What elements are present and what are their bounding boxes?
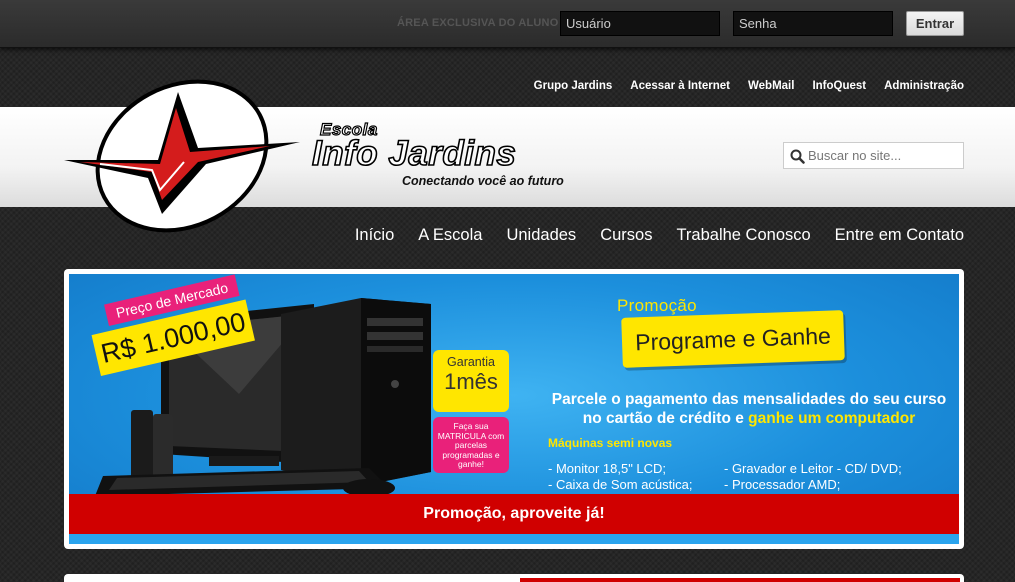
login-bar: ÁREA EXCLUSIVA DO ALUNO Entrar [0,0,1015,48]
promo-desc-line1: Parcele o pagamento das mensalidades do … [551,391,947,408]
username-input[interactable] [560,11,720,36]
main-nav: Início A Escola Unidades Cursos Trabalhe… [355,226,964,245]
util-nav-acessar-internet[interactable]: Acessar à Internet [630,80,730,92]
util-nav-administracao[interactable]: Administração [884,80,964,92]
warranty-value: 1mês [444,369,498,394]
nav-unidades[interactable]: Unidades [506,226,576,245]
promo-cta-bar[interactable]: Promoção, aproveite já! [69,494,959,534]
site-search [783,142,964,169]
nav-trabalhe-conosco[interactable]: Trabalhe Conosco [676,226,810,245]
promo-banner[interactable]: Preço de Mercado R$ 1.000,00 Garantia 1m… [69,274,959,544]
promo-small-title: Promoção [617,296,697,315]
brand-tagline: Conectando você ao futuro [402,174,564,188]
util-nav-webmail[interactable]: WebMail [748,80,794,92]
nav-entre-em-contato[interactable]: Entre em Contato [835,226,964,245]
school-logo[interactable] [60,64,310,249]
warranty-label: Garantia [447,355,495,369]
promo-banner-frame: Preço de Mercado R$ 1.000,00 Garantia 1m… [64,269,964,549]
nav-a-escola[interactable]: A Escola [418,226,482,245]
banner-bottom-strip [69,534,959,544]
utility-nav: Grupo Jardins Acessar à Internet WebMail… [534,80,964,92]
spec-item: - Processador AMD; [724,477,841,492]
nav-cursos[interactable]: Cursos [600,226,652,245]
nav-inicio[interactable]: Início [355,226,394,245]
enrollment-badge: Faça sua MATRICULA com parcelas programa… [433,417,509,473]
promo-title: Programe e Ganhe [621,310,845,368]
spec-item: - Caixa de Som acústica; [548,477,693,492]
util-nav-grupo-jardins[interactable]: Grupo Jardins [534,80,613,92]
util-nav-infoquest[interactable]: InfoQuest [812,80,866,92]
search-input[interactable] [808,145,958,166]
warranty-badge: Garantia 1mês [433,350,509,412]
student-area-label: ÁREA EXCLUSIVA DO ALUNO [397,17,559,29]
machines-title: Máquinas semi novas [548,436,673,450]
secondary-panel-header [520,578,960,582]
secondary-panel [64,574,964,582]
login-button[interactable]: Entrar [906,11,964,36]
search-icon[interactable] [790,149,805,164]
password-input[interactable] [733,11,893,36]
promo-description: Parcele o pagamento das mensalidades do … [539,390,959,428]
brand-name: Info Jardins [311,133,517,174]
spec-item: - Gravador e Leitor - CD/ DVD; [724,461,902,476]
spec-item: - Monitor 18,5" LCD; [548,461,667,476]
promo-desc-highlight: ganhe um computador [748,410,916,427]
promo-desc-line2: no cartão de crédito e [582,410,749,427]
